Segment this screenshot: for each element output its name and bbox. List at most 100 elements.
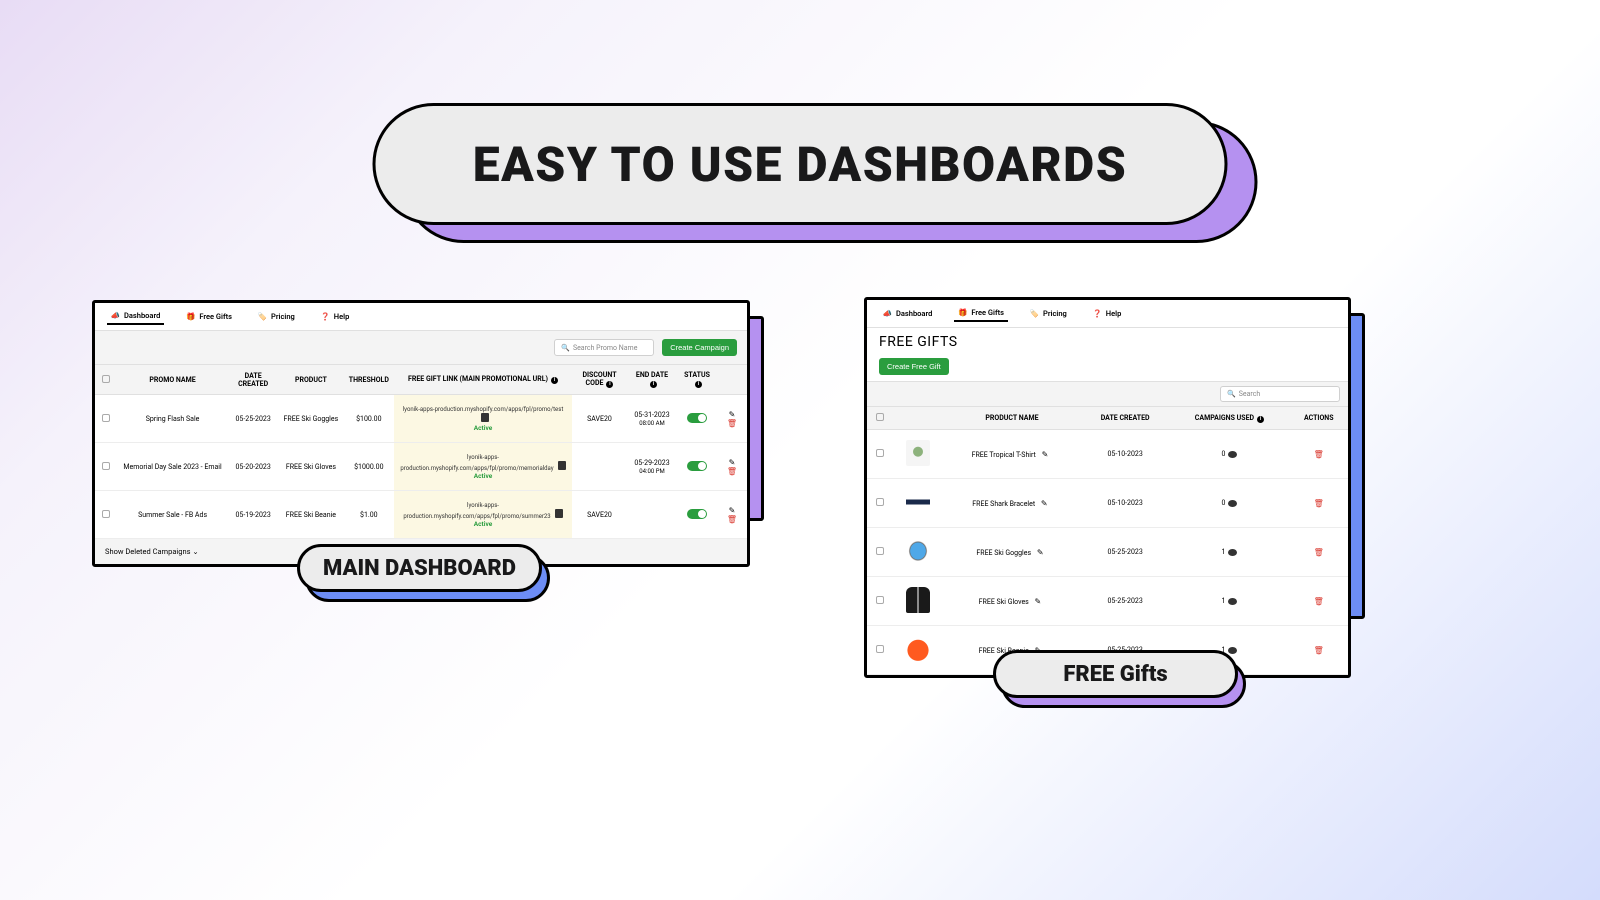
edit-icon[interactable]: ✎ [1042,450,1049,459]
info-icon[interactable]: i [1257,416,1264,423]
eye-icon[interactable] [1228,598,1237,605]
status-toggle[interactable] [687,509,707,519]
search-icon: 🔍 [1227,390,1236,398]
edit-icon[interactable]: ✎ [729,458,736,467]
col-status: STATUS [684,371,710,379]
search-bar: 🔍 Search [867,381,1348,407]
nav-pricing[interactable]: 🏷️ Pricing [254,309,299,324]
help-icon: ❓ [1093,309,1102,318]
megaphone-icon: 📣 [883,309,892,318]
create-campaign-button[interactable]: Create Campaign [662,339,737,356]
row-checkbox[interactable] [876,596,884,604]
table-row: FREE Ski Gloves ✎ 05-25-2023 1 🗑 [867,577,1348,626]
create-free-gift-button[interactable]: Create Free Gift [879,358,949,375]
delete-icon[interactable]: 🗑 [1314,450,1324,459]
edit-icon[interactable]: ✎ [729,506,736,515]
page-header: FREE GIFTS Create Free Gift [867,328,1348,381]
discount-code: SAVE20 [572,395,627,443]
nav-pricing[interactable]: 🏷️ Pricing [1026,306,1071,321]
label-text: FREE Gifts [1063,662,1167,687]
discount-code: SAVE20 [572,491,627,539]
promo-name: Memorial Day Sale 2023 - Email [117,443,228,491]
nav-help[interactable]: ❓ Help [1089,306,1126,321]
info-icon[interactable]: i [695,381,702,388]
date-created: 05-25-2023 [1081,528,1169,577]
col-campaigns-used: CAMPAIGNS USED [1195,414,1254,422]
col-date-created: DATE CREATED [228,365,278,395]
product-thumbnail [906,489,930,515]
info-icon[interactable]: i [606,381,613,388]
edit-icon[interactable]: ✎ [1037,548,1044,557]
eye-icon[interactable] [1228,549,1237,556]
gift-url: lyonik-apps-production.myshopify.com/app… [403,502,550,520]
label-text: MAIN DASHBOARD [323,556,516,581]
delete-icon[interactable]: 🗑 [1314,597,1324,606]
product: FREE Ski Goggles [278,395,344,443]
promo-name: Spring Flash Sale [117,395,228,443]
row-checkbox[interactable] [102,462,110,470]
row-checkbox[interactable] [876,547,884,555]
nav-help[interactable]: ❓ Help [317,309,354,324]
nav-bar: 📣 Dashboard 🎁 Free Gifts 🏷️ Pricing ❓ He… [867,300,1348,328]
table-row: Summer Sale - FB Ads 05-19-2023 FREE Ski… [95,491,747,539]
delete-icon[interactable]: 🗑 [1314,499,1324,508]
clipboard-icon[interactable] [558,461,566,470]
eye-icon[interactable] [1228,451,1237,458]
product-thumbnail [906,538,930,564]
nav-free-gifts[interactable]: 🎁 Free Gifts [954,305,1008,322]
col-end-date: END DATE [636,371,668,379]
gifts-table: PRODUCT NAME DATE CREATED CAMPAIGNS USED… [867,407,1348,675]
nav-dashboard[interactable]: 📣 Dashboard [879,306,936,321]
product: FREE Ski Gloves [278,443,344,491]
row-checkbox[interactable] [876,645,884,653]
nav-free-gifts[interactable]: 🎁 Free Gifts [182,309,236,324]
megaphone-icon: 📣 [111,311,120,320]
select-all-checkbox[interactable] [102,375,110,383]
eye-icon[interactable] [1228,500,1237,507]
nav-dashboard[interactable]: 📣 Dashboard [107,308,164,325]
edit-icon[interactable]: ✎ [1035,597,1042,606]
search-input[interactable]: 🔍 Search [1220,386,1340,402]
gift-icon: 🎁 [958,308,967,317]
discount-code [572,443,627,491]
free-gifts-panel: 📣 Dashboard 🎁 Free Gifts 🏷️ Pricing ❓ He… [864,297,1351,678]
delete-icon[interactable]: 🗑 [727,467,737,476]
row-checkbox[interactable] [102,510,110,518]
row-checkbox[interactable] [102,414,110,422]
price-tag-icon: 🏷️ [1030,309,1039,318]
edit-icon[interactable]: ✎ [729,410,736,419]
campaigns-used: 1 [1221,548,1225,556]
clipboard-icon[interactable] [555,509,563,518]
col-date-created: DATE CREATED [1081,407,1169,430]
row-checkbox[interactable] [876,449,884,457]
gift-icon: 🎁 [186,312,195,321]
url-status: Active [474,520,492,528]
col-promo-name: PROMO NAME [117,365,228,395]
delete-icon[interactable]: 🗑 [727,515,737,524]
delete-icon[interactable]: 🗑 [727,419,737,428]
product-name: FREE Ski Gloves [979,598,1029,606]
threshold: $100.00 [344,395,394,443]
status-toggle[interactable] [687,461,707,471]
status-toggle[interactable] [687,413,707,423]
date-created: 05-25-2023 [228,395,278,443]
col-product: PRODUCT [278,365,344,395]
info-icon[interactable]: i [650,381,657,388]
product-thumbnail [906,587,930,613]
info-icon[interactable]: i [551,377,558,384]
search-input[interactable]: 🔍 Search Promo Name [554,339,654,356]
campaigns-table: PROMO NAME DATE CREATED PRODUCT THRESHOL… [95,365,747,539]
end-date: 05-31-2023 [634,411,669,419]
delete-icon[interactable]: 🗑 [1314,548,1324,557]
select-all-checkbox[interactable] [876,413,884,421]
free-gifts-label: FREE Gifts [993,650,1238,698]
product: FREE Ski Beanie [278,491,344,539]
campaigns-used: 0 [1221,499,1225,507]
delete-icon[interactable]: 🗑 [1314,646,1324,655]
hero-title: EASY TO USE DASHBOARDS [473,136,1128,193]
row-checkbox[interactable] [876,498,884,506]
clipboard-icon[interactable] [481,413,489,422]
end-time: 08:00 AM [639,420,665,427]
edit-icon[interactable]: ✎ [1041,499,1048,508]
threshold: $1.00 [344,491,394,539]
